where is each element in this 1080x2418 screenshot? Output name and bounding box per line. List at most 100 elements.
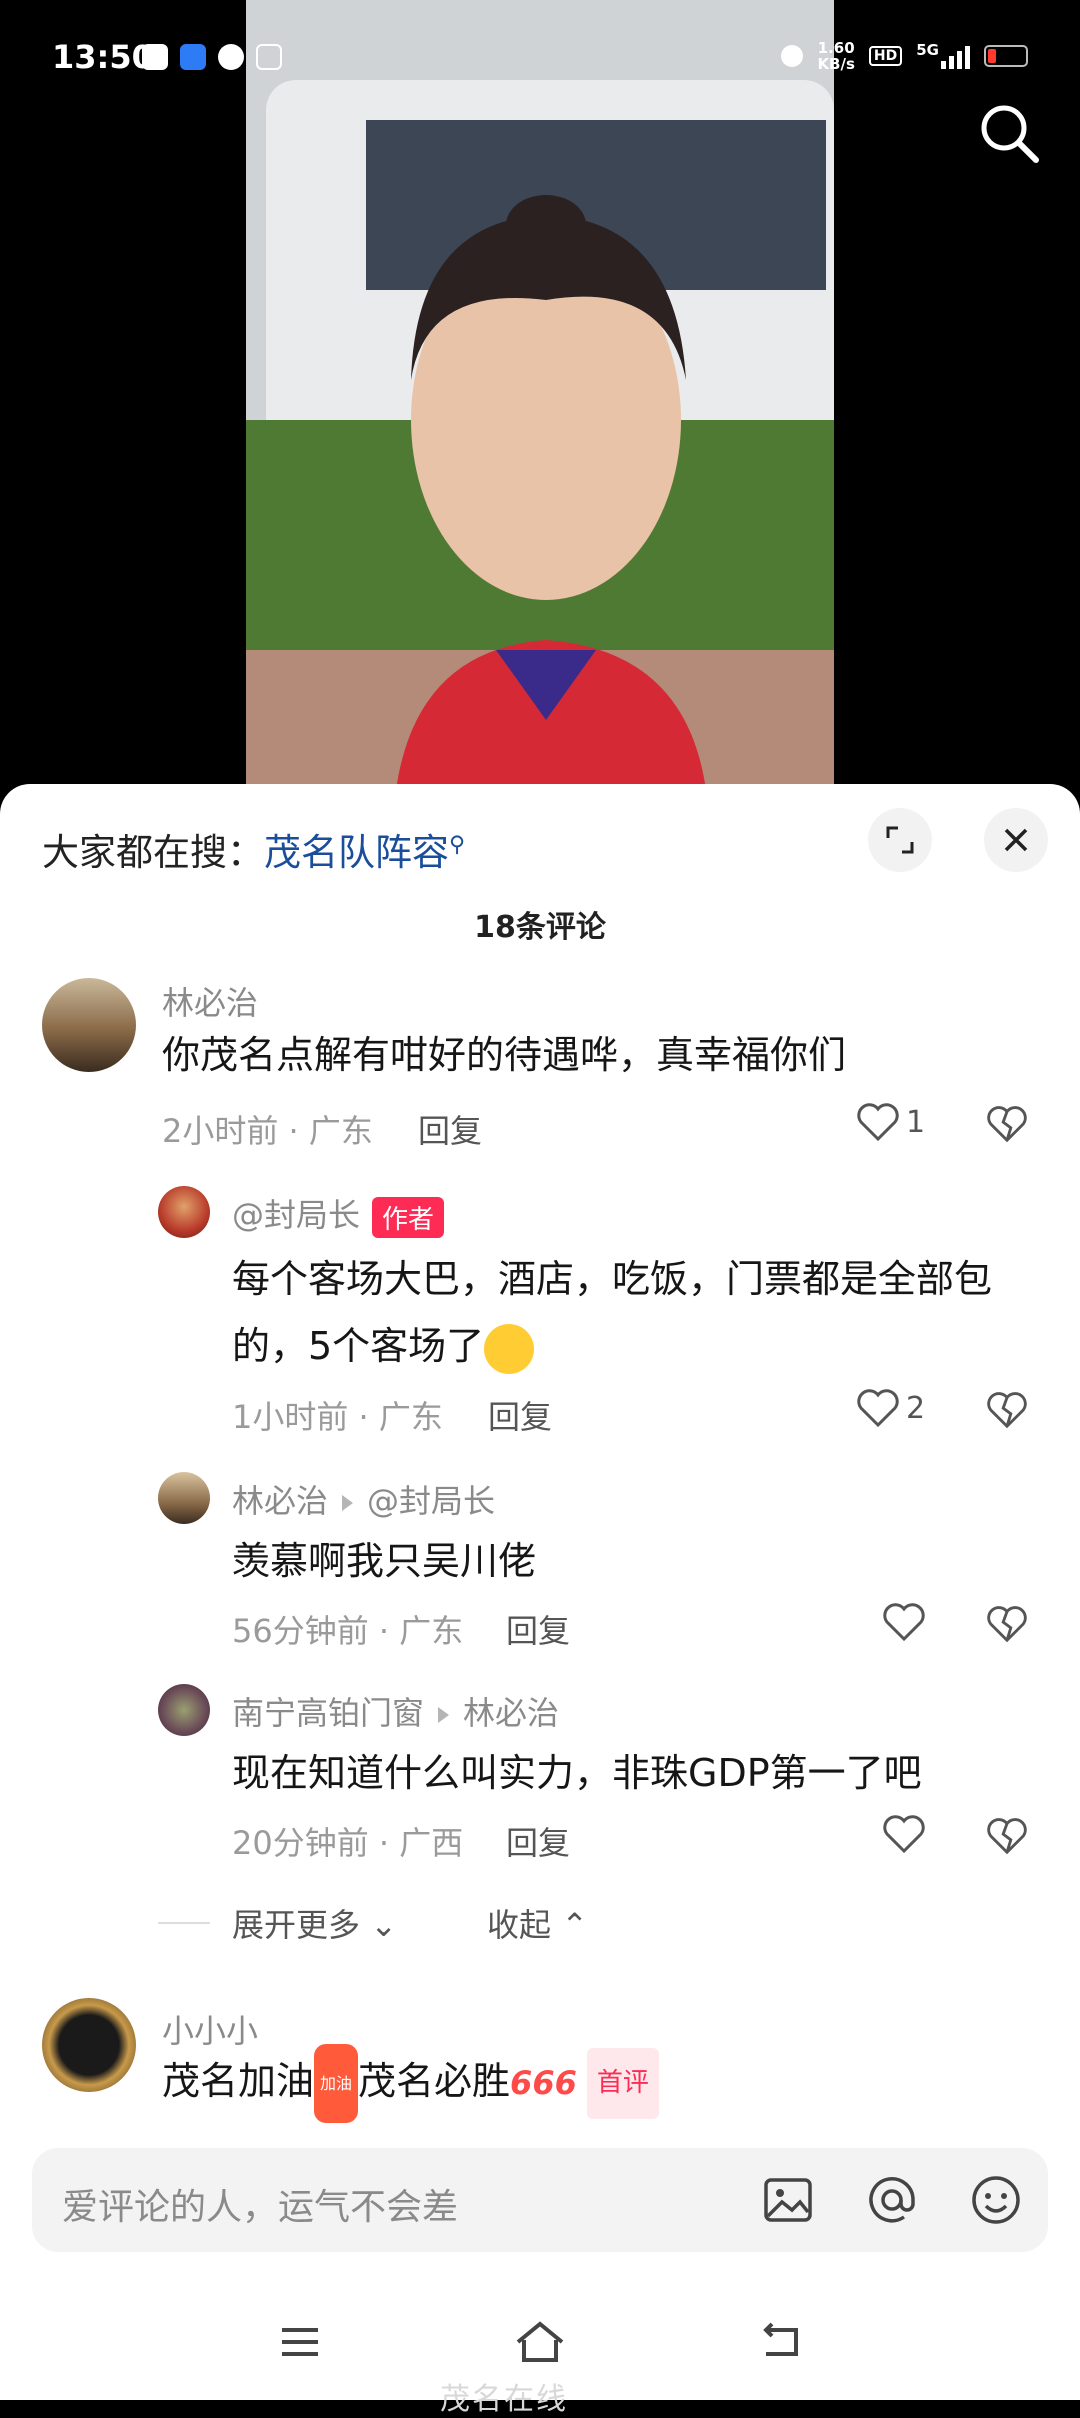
close-button[interactable] [984, 808, 1048, 872]
comment-text[interactable]: 你茂名点解有咁好的待遇哗，真幸福你们 [162, 1022, 846, 1089]
image-button[interactable] [760, 2172, 816, 2228]
author-badge: 作者 [372, 1196, 445, 1238]
comment-meta: 1小时前 · 广东 [232, 1398, 443, 1436]
at-icon [869, 2177, 915, 2223]
expand-more-label: 展开更多 [232, 1906, 361, 1944]
net-speed-unit: KB/s [817, 55, 855, 73]
avatar[interactable] [158, 1186, 210, 1238]
expand-more-button[interactable]: 展开更多 ⌄ [232, 1900, 397, 1946]
comment-author[interactable]: 林必治 @封局长 [232, 1476, 495, 1522]
like-button[interactable] [882, 1814, 926, 1854]
comment-text[interactable]: 茂名加油 加油 茂名必胜666 首评 [162, 2044, 659, 2123]
mention-button[interactable] [864, 2172, 920, 2228]
comment-text-part: 茂名加油 [162, 2059, 315, 2103]
kuaishou-icon [180, 44, 206, 70]
home-icon [516, 2321, 564, 2362]
net-speed-value: 1.60 [817, 39, 855, 57]
hd-icon: HD [868, 46, 903, 66]
comment-author[interactable]: 南宁高铂门窗 林必治 [232, 1688, 559, 1734]
avatar[interactable] [42, 978, 136, 1072]
broken-heart-icon [987, 1392, 1027, 1429]
search-icon [981, 105, 1039, 163]
author-name[interactable]: 林必治 [232, 1482, 328, 1520]
video-player[interactable] [0, 0, 1080, 800]
like-count: 2 [906, 1390, 926, 1426]
avatar[interactable] [158, 1684, 210, 1736]
reply-button[interactable]: 回复 [506, 1818, 570, 1864]
comment-text-line: 的，5个客场了 [232, 1313, 992, 1380]
comment-meta: 20分钟前 · 广西 [232, 1824, 464, 1862]
broken-heart-icon [987, 1818, 1027, 1855]
home-nav-button[interactable] [512, 2314, 568, 2370]
close-icon [1004, 828, 1028, 852]
like-count: 1 [906, 1104, 926, 1140]
comment-input-placeholder: 爱评论的人，运气不会差 [62, 2187, 459, 2228]
hot-search-bar[interactable]: 大家都在搜：茂名队阵容⚲ [42, 822, 465, 876]
heart-icon [857, 1389, 899, 1428]
comment-input[interactable]: 爱评论的人，运气不会差 [32, 2148, 1048, 2252]
divider [158, 1922, 210, 1924]
like-button[interactable] [882, 1602, 926, 1642]
status-bar: 13:50 1.60 KB/s HD 5G [0, 0, 1080, 120]
reply-button[interactable]: 回复 [506, 1606, 570, 1652]
app-notification-icon [142, 44, 168, 70]
status-right: 1.60 KB/s HD 5G [781, 40, 1028, 72]
reply-to-name[interactable]: @封局长 [367, 1482, 495, 1520]
author-name[interactable]: @封局长 [232, 1196, 360, 1234]
chevron-down-icon: ⌄ [370, 1906, 397, 1944]
emoji-666-icon: 666 [510, 2064, 577, 2102]
comment-meta: 2小时前 · 广东 [162, 1112, 373, 1150]
reply-button[interactable]: 回复 [418, 1106, 482, 1152]
search-small-icon: ⚲ [449, 832, 466, 858]
signal-icon: 5G [916, 43, 970, 69]
comment-text[interactable]: 现在知道什么叫实力，非珠GDP第一了吧 [232, 1740, 922, 1807]
back-icon [763, 2322, 798, 2356]
comment-text-line: 每个客场大巴，酒店，吃饭，门票都是全部包 [232, 1257, 993, 1301]
collapse-button[interactable]: 收起 ⌃ [487, 1900, 588, 1946]
reply-arrow-icon [438, 1707, 450, 1723]
signal-bars [941, 43, 970, 69]
hot-search-prefix: 大家都在搜： [42, 831, 264, 874]
comment-author[interactable]: @封局长 作者 [232, 1190, 445, 1238]
heart-icon [883, 1815, 925, 1854]
comment-text[interactable]: 羡慕啊我只吴川佬 [232, 1528, 536, 1595]
dislike-button[interactable] [986, 1816, 1028, 1860]
chevron-up-icon: ⌃ [561, 1906, 588, 1944]
reply-button[interactable]: 回复 [488, 1392, 552, 1438]
broken-heart-icon [987, 1606, 1027, 1643]
hot-search-keyword[interactable]: 茂名队阵容 [264, 831, 449, 874]
comment-text[interactable]: 每个客场大巴，酒店，吃饭，门票都是全部包 的，5个客场了 [232, 1246, 992, 1380]
comment-count: 18条评论 [474, 910, 606, 945]
network-speed: 1.60 KB/s [817, 40, 854, 72]
author-name[interactable]: 南宁高铂门窗 [232, 1694, 424, 1732]
grin-emoji-icon [484, 1323, 535, 1374]
fullscreen-button[interactable] [868, 808, 932, 872]
back-nav-button[interactable] [752, 2314, 808, 2370]
notification-icons [142, 44, 282, 70]
collapse-label: 收起 [487, 1906, 552, 1944]
chat-icon [218, 44, 244, 70]
comment-sheet: 大家都在搜：茂名队阵容⚲ 18条评论 林必治 你茂名点解有咁好的待遇哗，真幸福你… [0, 784, 1080, 2417]
status-time: 13:50 [52, 38, 154, 76]
expand-icon [886, 826, 914, 854]
battery-icon [984, 45, 1028, 67]
dislike-button[interactable] [986, 1604, 1028, 1648]
battery-level [988, 49, 996, 63]
heart-icon [883, 1603, 925, 1642]
comment-author[interactable]: 林必治 [162, 978, 258, 1024]
reply-arrow-icon [342, 1495, 354, 1511]
avatar[interactable] [42, 1998, 136, 2092]
like-button[interactable]: 1 [856, 1102, 925, 1142]
nfc-icon [781, 45, 804, 67]
dislike-button[interactable] [986, 1390, 1028, 1434]
avatar[interactable] [158, 1472, 210, 1524]
jiayou-sticker-icon: 加油 [314, 2044, 359, 2123]
reply-to-name[interactable]: 林必治 [463, 1694, 559, 1732]
search-button[interactable] [976, 100, 1044, 168]
comment-meta: 56分钟前 · 广东 [232, 1612, 464, 1650]
comment-text-part: 的，5个客场了 [232, 1324, 485, 1368]
dislike-button[interactable] [986, 1104, 1028, 1148]
menu-nav-button[interactable] [272, 2314, 328, 2370]
emoji-button[interactable] [968, 2172, 1024, 2228]
like-button[interactable]: 2 [856, 1388, 925, 1428]
